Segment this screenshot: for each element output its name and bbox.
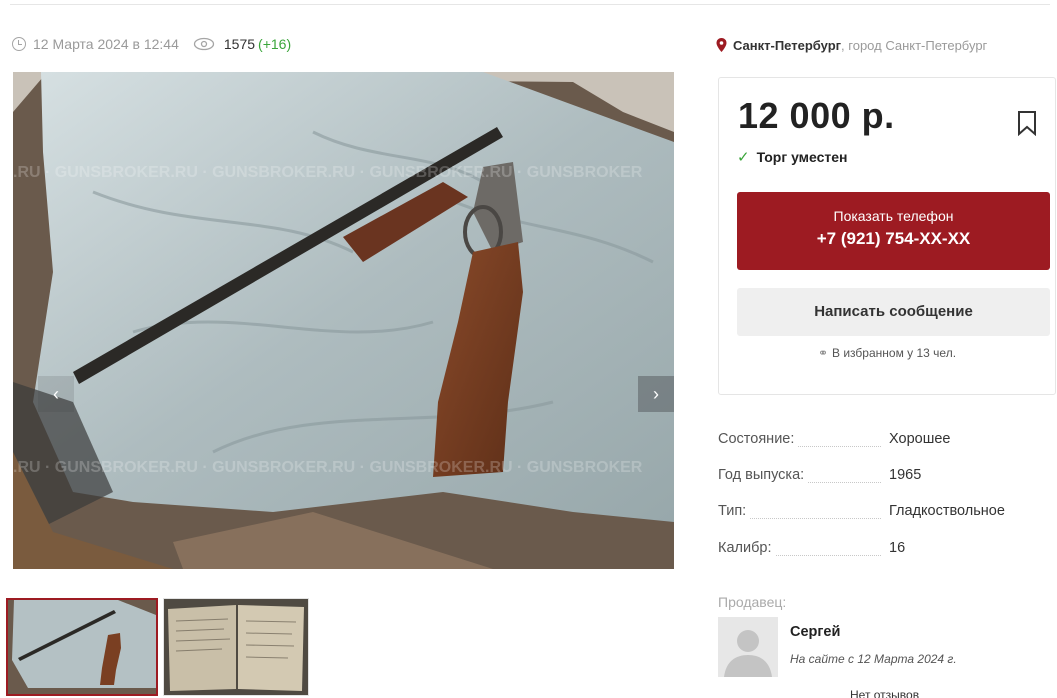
- spec-value: 1965: [889, 467, 922, 483]
- spec-row-caliber: Калибр: 16: [718, 540, 1056, 560]
- view-count: 1575: [223, 36, 256, 52]
- bookmark-icon[interactable]: [1017, 110, 1037, 136]
- spec-label: Тип:: [718, 503, 751, 519]
- price-card: 12 000 р. ✓ Торг уместен Показать телефо…: [718, 77, 1056, 395]
- bargain-status: ✓ Торг уместен: [737, 148, 848, 166]
- view-count-delta: (+16): [258, 36, 292, 52]
- map-pin-icon: [716, 38, 727, 52]
- location-region: , город Санкт-Петербург: [841, 37, 988, 53]
- spec-label: Состояние:: [718, 431, 799, 447]
- user-silhouette-icon: [724, 630, 772, 677]
- spec-row-condition: Состояние: Хорошее: [718, 431, 1056, 451]
- listing-meta: 12 Марта 2024 в 12:44 1575 (+16): [12, 33, 291, 55]
- favorites-info: ⚭ В избранном у 13 чел.: [719, 346, 1055, 360]
- send-message-button[interactable]: Написать сообщение: [737, 288, 1050, 336]
- phone-number: +7 (921) 754-XX-XX: [816, 229, 971, 248]
- chevron-left-icon: ‹: [53, 384, 59, 404]
- seller-member-since: На сайте с 12 Марта 2024 г.: [790, 652, 957, 666]
- binoculars-icon: ⚭: [817, 346, 829, 360]
- spec-value: Хорошее: [889, 431, 951, 447]
- seller-reviews[interactable]: Нет отзывов: [850, 688, 919, 698]
- listing-date: 12 Марта 2024 в 12:44: [33, 36, 179, 52]
- svg-text:.RU · GUNSBROKER.RU · GUNSBROK: .RU · GUNSBROKER.RU · GUNSBROKER.RU · GU…: [13, 164, 643, 181]
- gallery-prev-button[interactable]: ‹: [38, 376, 74, 412]
- main-photo[interactable]: .RU · GUNSBROKER.RU · GUNSBROKER.RU · GU…: [13, 72, 674, 569]
- thumbnail-2[interactable]: [163, 598, 309, 696]
- chevron-right-icon: ›: [653, 384, 659, 404]
- eye-icon: [193, 37, 215, 51]
- seller-heading: Продавец:: [718, 594, 787, 610]
- clock-icon: [12, 37, 26, 51]
- thumbnail-shotgun-image: [8, 600, 156, 694]
- avatar[interactable]: [718, 617, 778, 677]
- svg-text:.RU · GUNSBROKER.RU · GUNSBROK: .RU · GUNSBROKER.RU · GUNSBROKER.RU · GU…: [13, 459, 643, 476]
- gallery-next-button[interactable]: ›: [638, 376, 674, 412]
- favorites-count: В избранном у 13 чел.: [832, 346, 957, 360]
- bargain-label: Торг уместен: [756, 149, 848, 165]
- seller-name[interactable]: Сергей: [790, 624, 840, 640]
- spec-row-year: Год выпуска: 1965: [718, 467, 1056, 487]
- show-phone-label: Показать телефон: [833, 208, 954, 224]
- top-divider: [10, 4, 1050, 5]
- thumbnail-document-image: [164, 599, 308, 695]
- spec-row-type: Тип: Гладкоствольное: [718, 503, 1056, 523]
- spec-label: Год выпуска:: [718, 467, 809, 483]
- check-icon: ✓: [737, 149, 750, 166]
- location: Санкт-Петербург, город Санкт-Петербург: [716, 35, 1046, 55]
- shotgun-photo-image: .RU · GUNSBROKER.RU · GUNSBROKER.RU · GU…: [13, 72, 674, 569]
- show-phone-button[interactable]: Показать телефон +7 (921) 754-XX-XX: [737, 192, 1050, 270]
- price: 12 000 р.: [738, 95, 895, 136]
- thumbnail-1[interactable]: [6, 598, 158, 696]
- spec-label: Калибр:: [718, 540, 776, 556]
- spec-value: 16: [889, 540, 906, 556]
- spec-value: Гладкоствольное: [889, 503, 1005, 519]
- location-city[interactable]: Санкт-Петербург: [733, 38, 841, 53]
